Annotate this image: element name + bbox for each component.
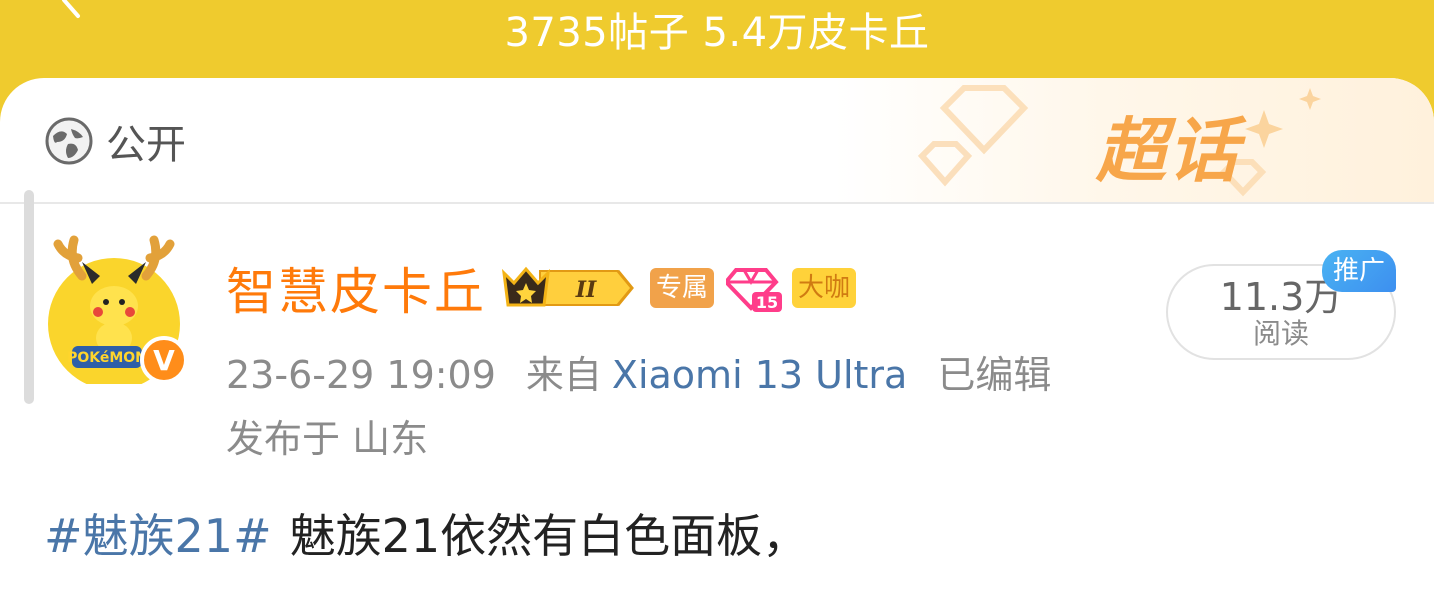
visibility-row: 公开 bbox=[44, 116, 186, 168]
gem-level-text: 15 bbox=[756, 293, 778, 312]
promote-badge[interactable]: 推广 bbox=[1322, 250, 1396, 292]
post-location: 发布于 山东 bbox=[226, 417, 429, 461]
read-label: 阅读 bbox=[1252, 317, 1309, 350]
author-name[interactable]: 智慧皮卡丘 bbox=[226, 252, 486, 324]
gem-level-icon[interactable]: 15 bbox=[726, 262, 784, 314]
divider bbox=[0, 202, 1434, 204]
post-body: #魅族21# 魅族21依然有白色面板， bbox=[44, 500, 808, 566]
daka-tag[interactable]: 大咖 bbox=[792, 268, 857, 308]
post-card: 超话 公开 POKéMON V 智慧皮卡丘 II 专属 15 大咖 23-6-2… bbox=[0, 78, 1434, 598]
device-link[interactable]: Xiaomi 13 Ultra bbox=[612, 353, 907, 397]
top-bar: 3735帖子 5.4万皮卡丘 bbox=[0, 0, 1434, 80]
verified-badge: V bbox=[153, 344, 175, 377]
post-datetime: 23-6-29 19:09 bbox=[226, 353, 496, 397]
post-text: 魅族21依然有白色面板， bbox=[289, 509, 809, 563]
topic-stats: 3735帖子 5.4万皮卡丘 bbox=[504, 10, 930, 56]
hashtag-link[interactable]: #魅族21# bbox=[44, 509, 272, 563]
scrollbar[interactable] bbox=[24, 190, 34, 404]
crown-level-text: II bbox=[575, 277, 597, 303]
avatar[interactable]: POKéMON V bbox=[42, 234, 192, 384]
author-row: 智慧皮卡丘 II 专属 15 大咖 bbox=[226, 258, 868, 321]
source-prefix: 来自 bbox=[525, 353, 602, 397]
post-meta: 23-6-29 19:09 来自 Xiaomi 13 Ultra 已编辑 bbox=[226, 344, 1081, 399]
exclusive-tag[interactable]: 专属 bbox=[650, 268, 715, 308]
edited-label[interactable]: 已编辑 bbox=[937, 353, 1051, 397]
globe-icon bbox=[45, 117, 93, 165]
visibility-label: 公开 bbox=[106, 122, 186, 168]
avatar-logo-text: POKéMON bbox=[67, 350, 147, 366]
crown-level-icon[interactable]: II bbox=[500, 263, 636, 313]
supertopic-logo[interactable]: 超话 bbox=[1096, 106, 1240, 196]
